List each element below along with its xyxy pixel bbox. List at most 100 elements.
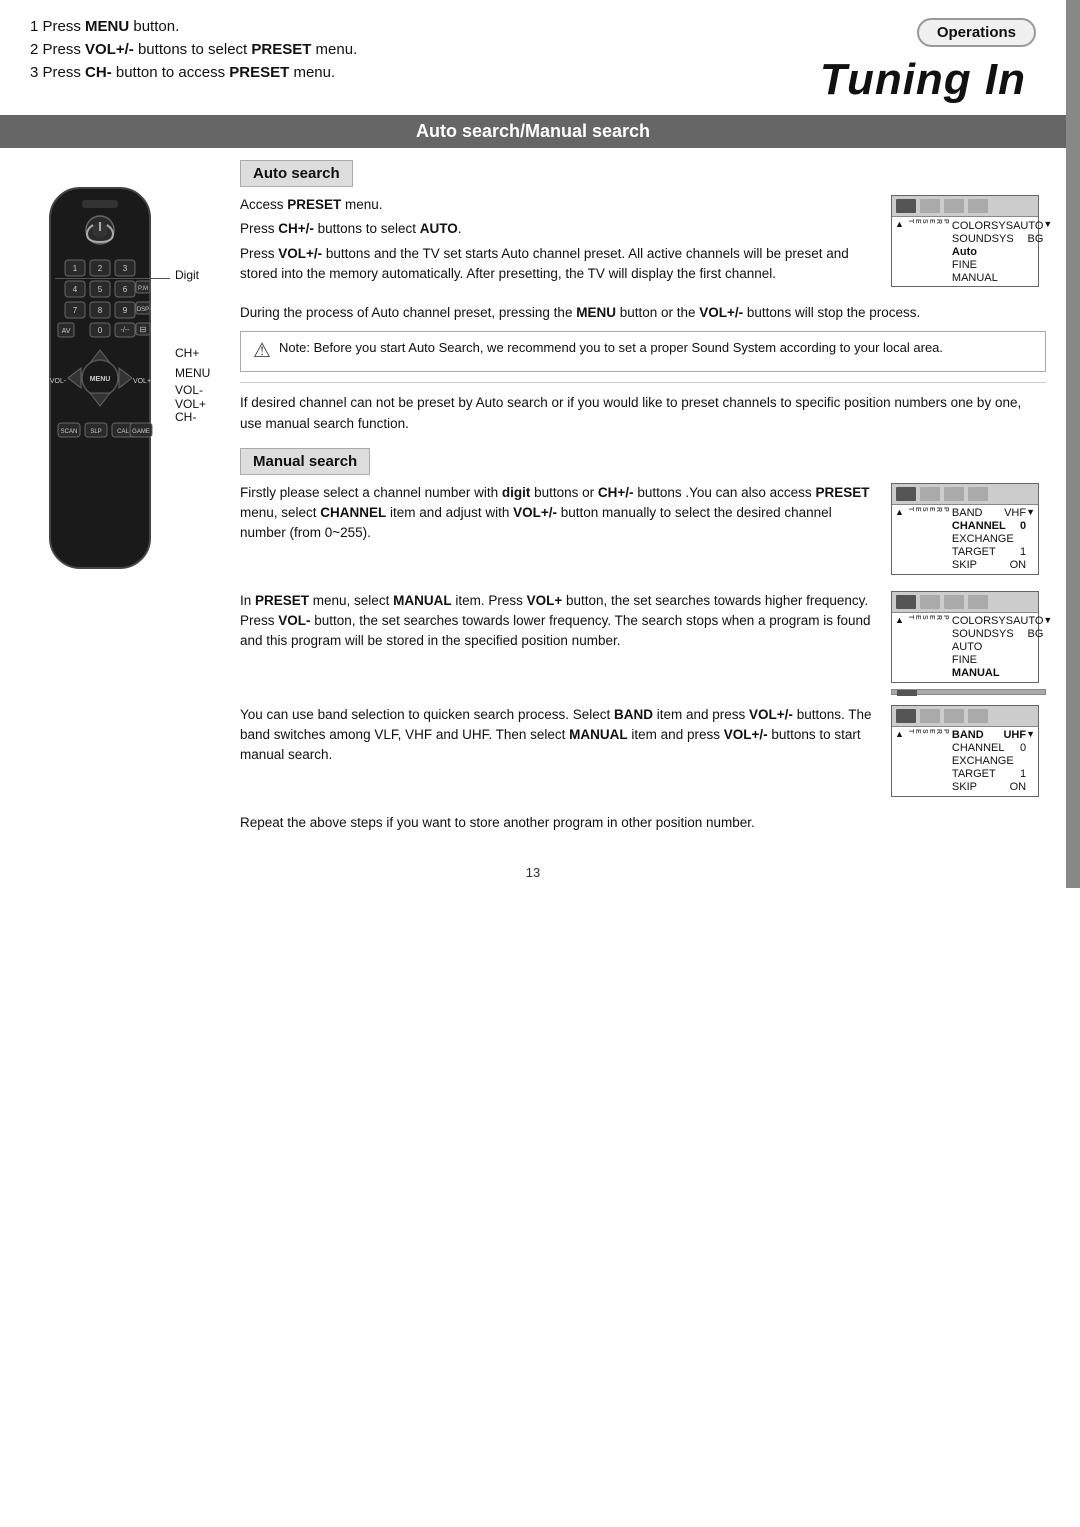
svg-text:VOL-: VOL- xyxy=(50,378,67,385)
tv-icon-m12 xyxy=(968,709,988,723)
tv-row-fine: FINE xyxy=(952,258,1044,271)
svg-text:9: 9 xyxy=(123,306,128,315)
svg-text:CAL: CAL xyxy=(117,429,129,435)
svg-text:-/--: -/-- xyxy=(121,327,131,334)
slider-thumb xyxy=(897,690,917,696)
tv-arrow-up4: ▲ xyxy=(895,729,904,794)
tv-row-channel2: CHANNEL0 xyxy=(952,742,1026,755)
note-text: Note: Before you start Auto Search, we r… xyxy=(279,340,943,355)
svg-text:4: 4 xyxy=(73,285,78,294)
preset-letters3: PRESET xyxy=(907,615,949,680)
tv-icon-m1 xyxy=(896,487,916,501)
tv-screen-auto: ▲ PRESET COLORSYSAUTO SOUNDSYSBG Auto FI… xyxy=(891,195,1039,287)
preset-letters2: PRESET xyxy=(907,507,949,572)
svg-text:VOL+: VOL+ xyxy=(133,378,151,385)
manual-search-row1: Firstly please select a channel number w… xyxy=(240,483,1046,581)
auto-para3: Press VOL+/- buttons and the TV set star… xyxy=(240,244,879,285)
tv-row-fine2: FINE xyxy=(952,654,1044,667)
tv-icon-m5 xyxy=(896,595,916,609)
tv-screen-manual3: ▲ PRESET BANDUHF CHANNEL0 EXCHANGE TARGE… xyxy=(891,705,1039,797)
remote-svg: 1 2 3 4 5 6 P.M xyxy=(30,178,170,598)
header: 1 Press MENU button. 2 Press VOL+/- butt… xyxy=(0,0,1066,105)
tv-arrow-up3: ▲ xyxy=(895,615,904,680)
tv-arrow-down2: ▼ xyxy=(1026,507,1035,572)
tv-row-colorsys2: COLORSYSAUTO xyxy=(952,615,1044,628)
tv-row-target2: TARGET1 xyxy=(952,768,1026,781)
slider-bar xyxy=(891,689,1046,695)
step2: 2 Press VOL+/- buttons to select PRESET … xyxy=(30,41,820,58)
tv-arrow-up: ▲ xyxy=(895,219,904,284)
svg-text:7: 7 xyxy=(73,306,78,315)
svg-text:SCAN: SCAN xyxy=(61,429,78,435)
tv-data-col2: BANDVHF CHANNEL0 EXCHANGE TARGET1 SKIPON xyxy=(952,507,1026,572)
auto-para4: During the process of Auto channel prese… xyxy=(240,303,1046,323)
ch-plus-label: CH+ xyxy=(175,346,199,360)
step1: 1 Press MENU button. xyxy=(30,18,820,35)
tv-icon3 xyxy=(944,199,964,213)
manual-screen2: ▲ PRESET BANDVHF CHANNEL0 EXCHANGE TARGE… xyxy=(891,483,1046,581)
tv-row-skip: SKIPON xyxy=(952,559,1026,572)
remote-area: 1 2 3 4 5 6 P.M xyxy=(0,148,230,847)
tv-arrow-down4: ▼ xyxy=(1026,729,1035,794)
auto-para2: Press CH+/- buttons to select AUTO. xyxy=(240,219,879,239)
tv-icon4 xyxy=(968,199,988,213)
manual-search-section: Manual search Firstly please select a ch… xyxy=(240,448,1046,833)
ch-minus-label: CH- xyxy=(175,410,196,424)
svg-text:⊟: ⊟ xyxy=(140,325,147,334)
tv-row-exchange: EXCHANGE xyxy=(952,533,1026,546)
manual-text3: You can use band selection to quicken se… xyxy=(240,705,879,770)
manual-para4: Repeat the above steps if you want to st… xyxy=(240,813,1046,833)
note-box: ⚠ Note: Before you start Auto Search, we… xyxy=(240,331,1046,372)
tv-icon-m6 xyxy=(920,595,940,609)
tv-icon-m4 xyxy=(968,487,988,501)
svg-text:2: 2 xyxy=(98,264,103,273)
tv-row-colorsys: COLORSYSAUTO xyxy=(952,219,1044,232)
tv-screen-manual1: ▲ PRESET BANDVHF CHANNEL0 EXCHANGE TARGE… xyxy=(891,483,1039,575)
operations-badge: Operations xyxy=(917,18,1036,47)
svg-text:DSP: DSP xyxy=(137,307,149,313)
auto-search-section: Auto search Access PRESET menu. Press CH… xyxy=(240,160,1046,434)
section-banner: Auto search/Manual search xyxy=(0,115,1066,148)
svg-text:3: 3 xyxy=(123,264,128,273)
tv-row-band2: BANDUHF xyxy=(952,729,1026,742)
manual-text2: In PRESET menu, select MANUAL item. Pres… xyxy=(240,591,879,656)
tv-icon-m10 xyxy=(920,709,940,723)
tv-row-band: BANDVHF xyxy=(952,507,1026,520)
tv-row-soundsys: SOUNDSYSBG xyxy=(952,232,1044,245)
manual-para3: You can use band selection to quicken se… xyxy=(240,705,879,766)
tv-arrow-up2: ▲ xyxy=(895,507,904,572)
manual-search-row2: In PRESET menu, select MANUAL item. Pres… xyxy=(240,591,1046,695)
page-footer: 13 xyxy=(0,847,1066,888)
main-content: 1 2 3 4 5 6 P.M xyxy=(0,148,1066,847)
svg-text:SLP: SLP xyxy=(90,429,101,435)
page-title: Tuning In xyxy=(820,55,1026,105)
manual-para1: Firstly please select a channel number w… xyxy=(240,483,879,544)
auto-search-text: Access PRESET menu. Press CH+/- buttons … xyxy=(240,195,879,288)
manual-screen4: ▲ PRESET BANDUHF CHANNEL0 EXCHANGE TARGE… xyxy=(891,705,1046,803)
instructions: 1 Press MENU button. 2 Press VOL+/- butt… xyxy=(30,18,820,87)
svg-text:AV: AV xyxy=(62,328,71,335)
auto-search-header: Auto search xyxy=(240,160,353,187)
note-icon: ⚠ xyxy=(253,338,271,363)
tv-icon1 xyxy=(896,199,916,213)
digit-label: Digit xyxy=(175,268,199,282)
manual-screen3: ▲ PRESET COLORSYSAUTO SOUNDSYSBG AUTO FI… xyxy=(891,591,1046,695)
manual-text1: Firstly please select a channel number w… xyxy=(240,483,879,548)
svg-text:GAME: GAME xyxy=(132,429,150,435)
tv-row-manual2: MANUAL xyxy=(952,667,1044,680)
tv-row-auto: Auto xyxy=(952,245,1044,258)
tv-arrow-down3: ▼ xyxy=(1043,615,1052,680)
tv-arrow-down: ▼ xyxy=(1043,219,1052,284)
svg-text:6: 6 xyxy=(123,285,128,294)
svg-text:8: 8 xyxy=(98,306,103,315)
manual-search-row3: You can use band selection to quicken se… xyxy=(240,705,1046,803)
manual-para2: In PRESET menu, select MANUAL item. Pres… xyxy=(240,591,879,652)
svg-text:5: 5 xyxy=(98,285,103,294)
step3: 3 Press CH- button to access PRESET menu… xyxy=(30,64,820,81)
manual-search-header: Manual search xyxy=(240,448,370,475)
divider1 xyxy=(240,382,1046,383)
auto-search-screen1: ▲ PRESET COLORSYSAUTO SOUNDSYSBG Auto FI… xyxy=(891,195,1046,293)
svg-text:0: 0 xyxy=(98,326,103,335)
tv-icon-m7 xyxy=(944,595,964,609)
tv-screen-manual2: ▲ PRESET COLORSYSAUTO SOUNDSYSBG AUTO FI… xyxy=(891,591,1039,683)
